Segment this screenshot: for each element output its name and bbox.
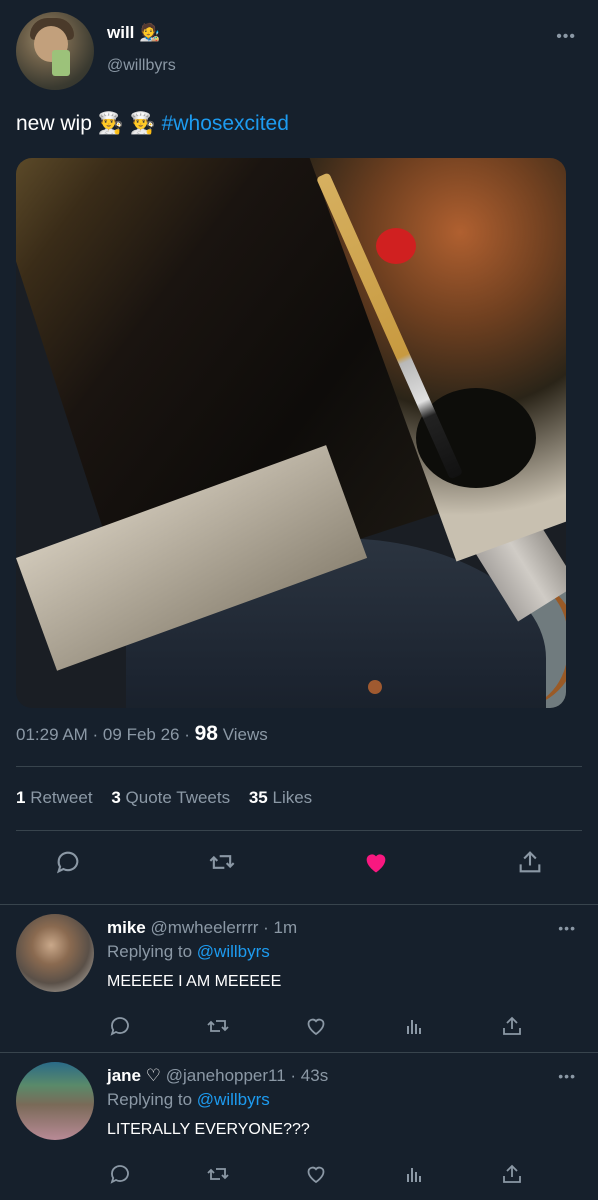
author-avatar[interactable] <box>16 12 94 90</box>
reply-icon[interactable] <box>52 846 84 878</box>
more-icon[interactable]: ••• <box>556 28 576 46</box>
reply-text: MEEEEE I AM MEEEEE <box>107 973 282 990</box>
divider <box>16 830 582 831</box>
views-label: Views <box>222 725 268 744</box>
share-icon[interactable] <box>514 846 546 878</box>
reply-avatar[interactable] <box>16 1062 94 1140</box>
analytics-icon[interactable] <box>398 1010 430 1042</box>
reply-icon[interactable] <box>104 1010 136 1042</box>
reply-avatar[interactable] <box>16 914 94 992</box>
reply-text: LITERALLY EVERYONE??? <box>107 1121 310 1138</box>
tweet-timestamp[interactable]: 01:29 AM · 09 Feb 26 · <box>16 725 195 744</box>
more-icon[interactable]: ••• <box>558 1068 576 1084</box>
like-icon[interactable] <box>360 846 392 878</box>
reply-actions <box>0 1158 598 1188</box>
author-name[interactable]: will 🧑‍🎨 <box>107 23 160 43</box>
reply-icon[interactable] <box>104 1158 136 1190</box>
reply-author[interactable]: mike @mwheelerrrr · 1m <box>107 918 297 938</box>
tweet-actions <box>0 846 598 886</box>
tweet-media-image[interactable] <box>16 158 566 708</box>
views-count: 98 <box>194 722 218 745</box>
retweets-stat[interactable]: 1 Retweet <box>16 788 93 807</box>
retweet-icon[interactable] <box>202 1158 234 1190</box>
retweet-icon[interactable] <box>202 1010 234 1042</box>
reply-author[interactable]: jane ♡ @janehopper11 · 43s <box>107 1066 328 1086</box>
divider <box>0 1052 598 1053</box>
share-icon[interactable] <box>496 1158 528 1190</box>
tweet-stats: 1 Retweet 3 Quote Tweets 35 Likes <box>16 788 326 808</box>
divider <box>0 904 598 905</box>
divider <box>16 766 582 767</box>
hashtag-link[interactable]: #whosexcited <box>162 112 289 135</box>
share-icon[interactable] <box>496 1010 528 1042</box>
likes-stat[interactable]: 35 Likes <box>249 788 312 807</box>
tweet-text: new wip 👨‍🍳 👨‍🍳 #whosexcited <box>16 112 289 136</box>
author-handle[interactable]: @willbyrs <box>107 57 176 75</box>
analytics-icon[interactable] <box>398 1158 430 1190</box>
tweet-header: will 🧑‍🎨 @willbyrs ••• <box>16 12 582 92</box>
reply-actions <box>0 1010 598 1040</box>
like-icon[interactable] <box>300 1158 332 1190</box>
replying-to-link[interactable]: @willbyrs <box>197 942 270 961</box>
tweet-meta: 01:29 AM · 09 Feb 26 · 98 Views <box>16 722 268 746</box>
replying-to-link[interactable]: @willbyrs <box>197 1090 270 1109</box>
quotes-stat[interactable]: 3 Quote Tweets <box>111 788 230 807</box>
replying-to: Replying to @willbyrs <box>107 1090 270 1109</box>
replying-to: Replying to @willbyrs <box>107 942 270 961</box>
tweet-body: new wip 👨‍🍳 👨‍🍳 <box>16 112 162 135</box>
like-icon[interactable] <box>300 1010 332 1042</box>
retweet-icon[interactable] <box>206 846 238 878</box>
more-icon[interactable]: ••• <box>558 920 576 936</box>
